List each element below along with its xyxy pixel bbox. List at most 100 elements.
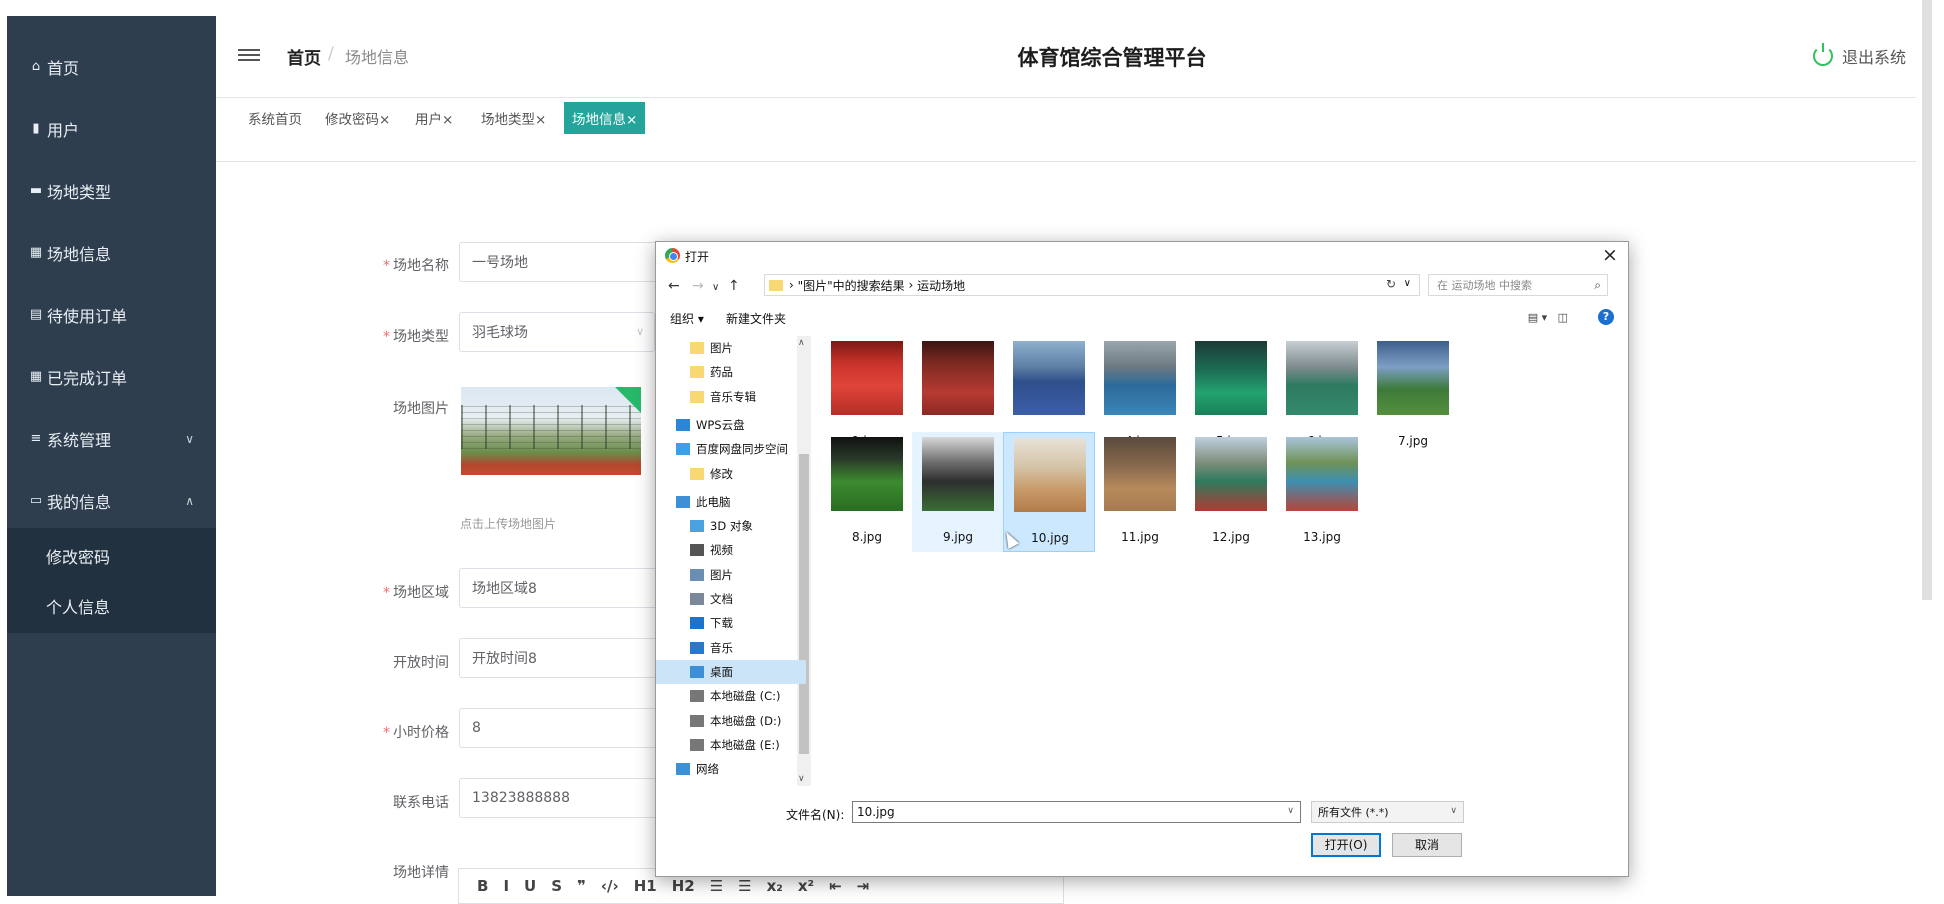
search-icon[interactable]: ⌕ [1594,278,1601,293]
path-segment-search[interactable]: "图片"中的搜索结果 [798,277,905,294]
refresh-icon[interactable]: ↻ [1386,277,1396,291]
sidebar-item-venue-types[interactable]: ▬ 场地类型 [7,160,216,222]
nav-item[interactable]: 药品 [656,360,806,384]
folder-icon [769,279,783,291]
superscript-button[interactable]: x² [798,877,814,895]
h2-button[interactable]: H2 [672,877,695,895]
recent-locations-icon[interactable]: ∨ [712,282,719,293]
nav-item[interactable]: 图片 [656,336,806,360]
nav-item[interactable]: 3D 对象 [656,514,806,538]
tab-change-password[interactable]: 修改密码× [317,102,398,134]
sidebar-item-my-info[interactable]: ▭ 我的信息 ∧ [7,470,216,532]
venue-area-input[interactable]: 场地区域8 [459,568,669,608]
image-thumbnail [1377,341,1449,415]
nav-item[interactable]: 文档 [656,587,806,611]
phone-input[interactable]: 13823888888 [459,778,669,818]
nav-item[interactable]: WPS云盘 [656,413,806,437]
chevron-down-icon[interactable]: ∨ [1404,278,1411,289]
submenu-item-profile[interactable]: 个人信息 [7,582,216,630]
logout-label: 退出系统 [1842,48,1907,67]
file-item[interactable]: 8.jpg [821,432,913,552]
sidebar-item-system[interactable]: ≡ 系统管理 ∨ [7,408,216,470]
nav-item[interactable]: 本地磁盘 (E:) [656,733,806,757]
logout-button[interactable]: 退出系统 [1813,43,1907,68]
tab-venue-info[interactable]: 场地信息× [564,102,646,134]
h1-button[interactable]: H1 [634,877,657,895]
view-options-icon[interactable]: ▤ ▾ ◫ [1528,311,1568,324]
hourly-price-input[interactable]: 8 [459,708,669,748]
nav-item-label: 图片 [710,341,733,355]
file-item[interactable]: 11.jpg [1094,432,1186,552]
underline-button[interactable]: U [524,877,536,895]
sidebar-item-completed-orders[interactable]: ▦ 已完成订单 [7,346,216,408]
filetype-select[interactable]: 所有文件 (*.*) ∨ [1311,801,1464,823]
path-separator: › [908,278,914,292]
sidebar-item-users[interactable]: ▮ 用户 [7,98,216,160]
file-item[interactable]: 13.jpg [1276,432,1368,552]
nav-item[interactable]: 音乐专辑 [656,385,806,409]
subscript-button[interactable]: x₂ [767,877,783,895]
top-header: 首页 / 场地信息 体育馆综合管理平台 退出系统 [216,16,1916,98]
menu-toggle-icon[interactable] [238,46,260,66]
tab-venue-types[interactable]: 场地类型× [473,102,554,134]
new-folder-button[interactable]: 新建文件夹 [726,310,786,327]
submenu-item-change-password[interactable]: 修改密码 [7,532,216,580]
upload-hint[interactable]: 点击上传场地图片 [460,515,556,532]
indent-button[interactable]: ⇥ [857,877,870,895]
venue-detail-label: 场地详情 [393,865,449,881]
breadcrumb-home[interactable]: 首页 [287,44,321,69]
outdent-button[interactable]: ⇤ [829,877,842,895]
tab-home[interactable]: 系统首页 [240,102,310,134]
close-icon[interactable]: × [1600,244,1620,266]
tab-users[interactable]: 用户× [407,102,461,134]
chevron-down-icon[interactable]: ∨ [1287,806,1294,816]
sidebar-item-venue-info[interactable]: ▦ 场地信息 [7,222,216,284]
nav-item[interactable]: 修改 [656,462,806,486]
bold-button[interactable]: B [477,877,488,895]
file-item[interactable]: 12.jpg [1185,432,1277,552]
nav-item[interactable]: 图片 [656,563,806,587]
nav-item[interactable]: 视频 [656,538,806,562]
file-item[interactable]: 7.jpg [1367,336,1459,456]
organize-button[interactable]: 组织 ▾ [670,310,704,327]
help-icon[interactable]: ? [1598,309,1614,325]
nav-item[interactable]: 音乐 [656,636,806,660]
code-button[interactable]: ‹/› [601,877,619,895]
back-arrow-icon[interactable]: ← [668,278,680,294]
filename-input[interactable]: 10.jpg ∨ [852,801,1301,823]
nav-item-label: 修改 [710,466,733,481]
sidebar-item-home[interactable]: ⌂ 首页 [7,36,216,98]
page-scrollbar[interactable] [1922,0,1932,600]
sidebar-item-pending-orders[interactable]: ▤ 待使用订单 [7,284,216,346]
quote-button[interactable]: ❞ [577,877,586,895]
file-name: 9.jpg [942,530,974,544]
forward-arrow-icon[interactable]: → [692,278,704,294]
nav-item-label: WPS云盘 [696,417,745,432]
nav-item[interactable]: 网络 [656,757,806,781]
italic-button[interactable]: I [503,877,509,895]
open-time-label: 开放时间 [393,655,449,671]
file-item[interactable]: 9.jpg [912,432,1004,552]
open-time-input[interactable]: 开放时间8 [459,638,669,678]
nav-item[interactable]: 本地磁盘 (C:) [656,684,806,708]
nav-item[interactable]: 桌面 [656,659,806,684]
address-bar[interactable]: › "图片"中的搜索结果 › 运动场地 ∨ [764,274,1420,296]
venue-type-select[interactable]: 羽毛球场 ∨ [459,312,655,352]
open-button[interactable]: 打开(O) [1311,833,1381,857]
baidu-icon [676,443,690,456]
ordered-list-button[interactable]: ☰ [710,877,723,895]
bullet-list-button[interactable]: ☰ [738,877,751,895]
cancel-button[interactable]: 取消 [1392,833,1462,857]
nav-item[interactable]: 此电脑 [656,490,806,514]
nav-item[interactable]: 百度网盘同步空间 [656,437,806,461]
strike-button[interactable]: S [551,877,562,895]
nav-item[interactable]: 本地磁盘 (D:) [656,709,806,733]
venue-image-preview[interactable] [461,387,641,475]
path-segment-folder[interactable]: 运动场地 [917,277,965,294]
nav-item[interactable]: 下载 [656,611,806,635]
venue-name-input[interactable]: 一号场地 [459,242,669,282]
up-arrow-icon[interactable]: ↑ [728,278,740,294]
file-item[interactable]: 10.jpg [1003,432,1095,552]
breadcrumb-current: 场地信息 [345,48,410,67]
search-input[interactable]: 在 运动场地 中搜索 ⌕ [1428,274,1608,296]
